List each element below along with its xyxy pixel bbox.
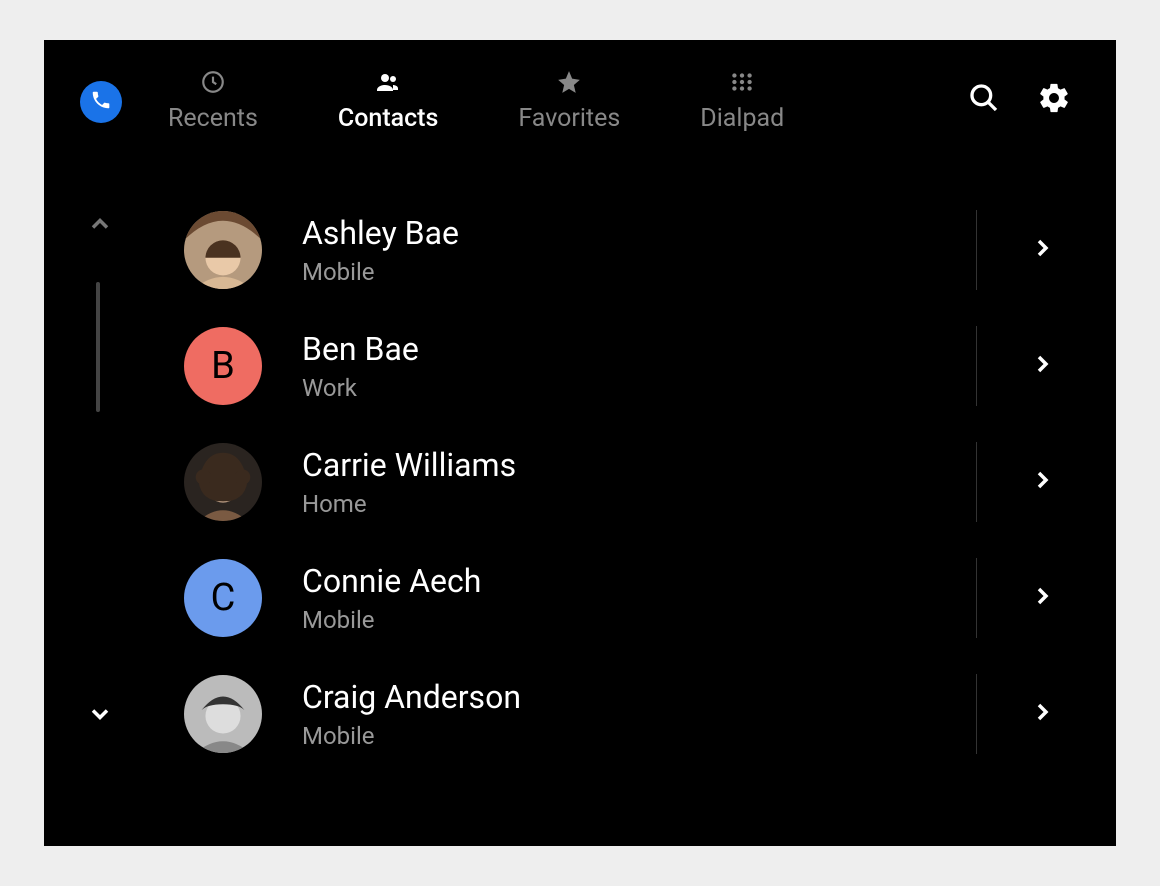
dialer-app-screen: Recents Contacts Favorites Dialpad	[44, 40, 1116, 846]
scroll-indicator-column	[44, 192, 184, 846]
gear-icon	[1037, 81, 1071, 119]
scroll-thumb[interactable]	[96, 282, 100, 412]
scroll-up-button[interactable]	[86, 210, 114, 242]
phone-icon	[90, 89, 112, 115]
contact-name: Carrie Williams	[302, 446, 976, 484]
contact-name: Ben Bae	[302, 330, 976, 368]
contact-detail-button[interactable]	[976, 326, 1106, 406]
contact-text: Ashley Bae Mobile	[302, 214, 976, 286]
contact-type: Mobile	[302, 258, 976, 286]
top-actions	[966, 82, 1072, 118]
nav-tabs: Recents Contacts Favorites Dialpad	[168, 68, 784, 133]
tab-dialpad[interactable]: Dialpad	[700, 68, 784, 133]
chevron-up-icon	[86, 223, 114, 242]
contact-row[interactable]: Craig Anderson Mobile	[184, 656, 1116, 772]
contact-row[interactable]: Carrie Williams Home	[184, 424, 1116, 540]
dialpad-icon	[729, 68, 755, 96]
contact-name: Craig Anderson	[302, 678, 976, 716]
avatar	[184, 211, 262, 289]
avatar: C	[184, 559, 262, 637]
contact-type: Home	[302, 490, 976, 518]
content-area: Ashley Bae Mobile B Ben Bae Work Carrie …	[44, 192, 1116, 846]
chevron-right-icon	[1030, 468, 1054, 496]
contact-type: Mobile	[302, 722, 976, 750]
search-button[interactable]	[966, 82, 1002, 118]
chevron-right-icon	[1030, 352, 1054, 380]
contact-row[interactable]: C Connie Aech Mobile	[184, 540, 1116, 656]
avatar: B	[184, 327, 262, 405]
contact-name: Connie Aech	[302, 562, 976, 600]
chevron-right-icon	[1030, 700, 1054, 728]
phone-app-badge[interactable]	[80, 81, 122, 123]
contact-text: Ben Bae Work	[302, 330, 976, 402]
contact-type: Work	[302, 374, 976, 402]
tab-contacts-label: Contacts	[338, 104, 438, 133]
clock-icon	[200, 68, 226, 96]
chevron-right-icon	[1030, 236, 1054, 264]
contact-text: Connie Aech Mobile	[302, 562, 976, 634]
settings-button[interactable]	[1036, 82, 1072, 118]
avatar	[184, 443, 262, 521]
contact-detail-button[interactable]	[976, 442, 1106, 522]
people-icon	[373, 68, 403, 96]
tab-recents[interactable]: Recents	[168, 68, 258, 133]
contact-detail-button[interactable]	[976, 674, 1106, 754]
contact-name: Ashley Bae	[302, 214, 976, 252]
contact-row[interactable]: Ashley Bae Mobile	[184, 192, 1116, 308]
avatar	[184, 675, 262, 753]
contact-detail-button[interactable]	[976, 558, 1106, 638]
contact-row[interactable]: B Ben Bae Work	[184, 308, 1116, 424]
contact-type: Mobile	[302, 606, 976, 634]
tab-dialpad-label: Dialpad	[700, 104, 784, 133]
contacts-list[interactable]: Ashley Bae Mobile B Ben Bae Work Carrie …	[184, 192, 1116, 777]
tab-contacts[interactable]: Contacts	[338, 68, 438, 133]
chevron-right-icon	[1030, 584, 1054, 612]
tab-recents-label: Recents	[168, 104, 258, 133]
tab-favorites[interactable]: Favorites	[518, 68, 620, 133]
tab-favorites-label: Favorites	[518, 104, 620, 133]
contact-text: Carrie Williams Home	[302, 446, 976, 518]
top-nav: Recents Contacts Favorites Dialpad	[44, 40, 1116, 160]
search-icon	[968, 82, 1000, 118]
contact-text: Craig Anderson Mobile	[302, 678, 976, 750]
star-icon	[556, 68, 582, 96]
contact-detail-button[interactable]	[976, 210, 1106, 290]
scroll-down-button[interactable]	[86, 700, 114, 732]
chevron-down-icon	[86, 713, 114, 732]
